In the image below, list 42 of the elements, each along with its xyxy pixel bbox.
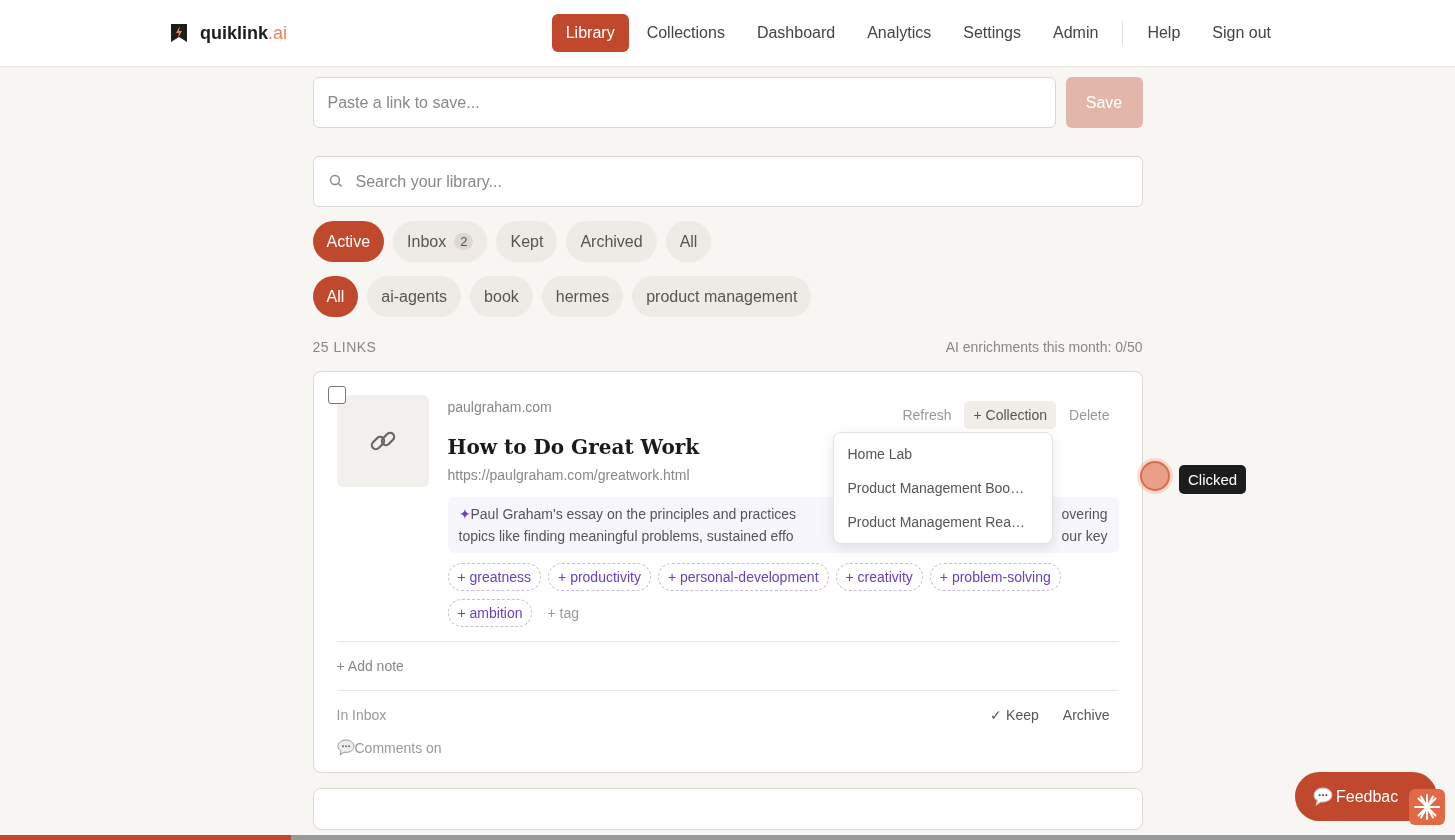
nav-link[interactable]: Help [1133,14,1195,52]
enrichment-usage: AI enrichments this month: 0/50 [945,339,1143,355]
summary-text: topics like finding meaningful problems, sustained effo [458,527,794,546]
summary-text: overing [1061,505,1108,524]
speech-bubble-icon [1313,787,1333,806]
bookmark-bolt-icon [170,23,188,43]
archive-button[interactable]: Archive [1053,705,1119,725]
click-tooltip: Clicked [1179,465,1247,494]
status-filter-chip[interactable]: Kept [496,221,558,262]
add-note-button[interactable]: + Add note [336,656,404,676]
sparkle-icon[interactable] [1409,789,1445,825]
click-marker [1140,461,1170,491]
nav-tab[interactable]: Settings [949,14,1035,52]
speech-bubble-icon [336,739,355,756]
tag-filter-chip[interactable]: book [470,276,533,317]
nav-tab[interactable]: Admin [1039,14,1113,52]
nav-tab[interactable]: Analytics [853,14,946,52]
summary-text: ✦Paul Graham's essay on the principles and practices [458,505,797,524]
menu-item[interactable]: Product Management Rea… [833,505,1052,539]
search-icon [328,174,343,188]
summary-text: our key [1061,527,1108,546]
link-count: 25 LINKS [312,339,377,355]
tag-filter-chip[interactable]: All [312,276,359,317]
link-title[interactable]: How to Do Great Work [447,435,700,459]
keep-button[interactable]: ✓ Keep [981,705,1048,725]
nav-tab[interactable]: Library [551,14,629,52]
status-filter-chip[interactable]: Active [312,221,385,262]
link-status: In Inbox [336,707,387,723]
nav-tab[interactable]: Dashboard [742,14,850,52]
card-action[interactable]: + Collection [964,401,1057,429]
status-filter-chip[interactable]: Inbox 2 [393,221,488,262]
brand-name[interactable]: quiklink.ai [200,22,288,44]
checkbox[interactable] [327,386,346,404]
nav-link[interactable]: Sign out [1198,14,1285,52]
status-filter-chip[interactable]: All [665,221,712,262]
tag-filter-chip[interactable]: product management [632,276,812,317]
nav-tab[interactable]: Collections [632,14,739,52]
tag-filter-chip[interactable]: hermes [541,276,624,317]
search-field[interactable]: Search your library... [312,156,1143,207]
link-domain: paulgraham.com [447,399,552,415]
status-filter-chip[interactable]: Archived [566,221,657,262]
tag-filter-chip[interactable]: ai-agents [367,276,462,317]
